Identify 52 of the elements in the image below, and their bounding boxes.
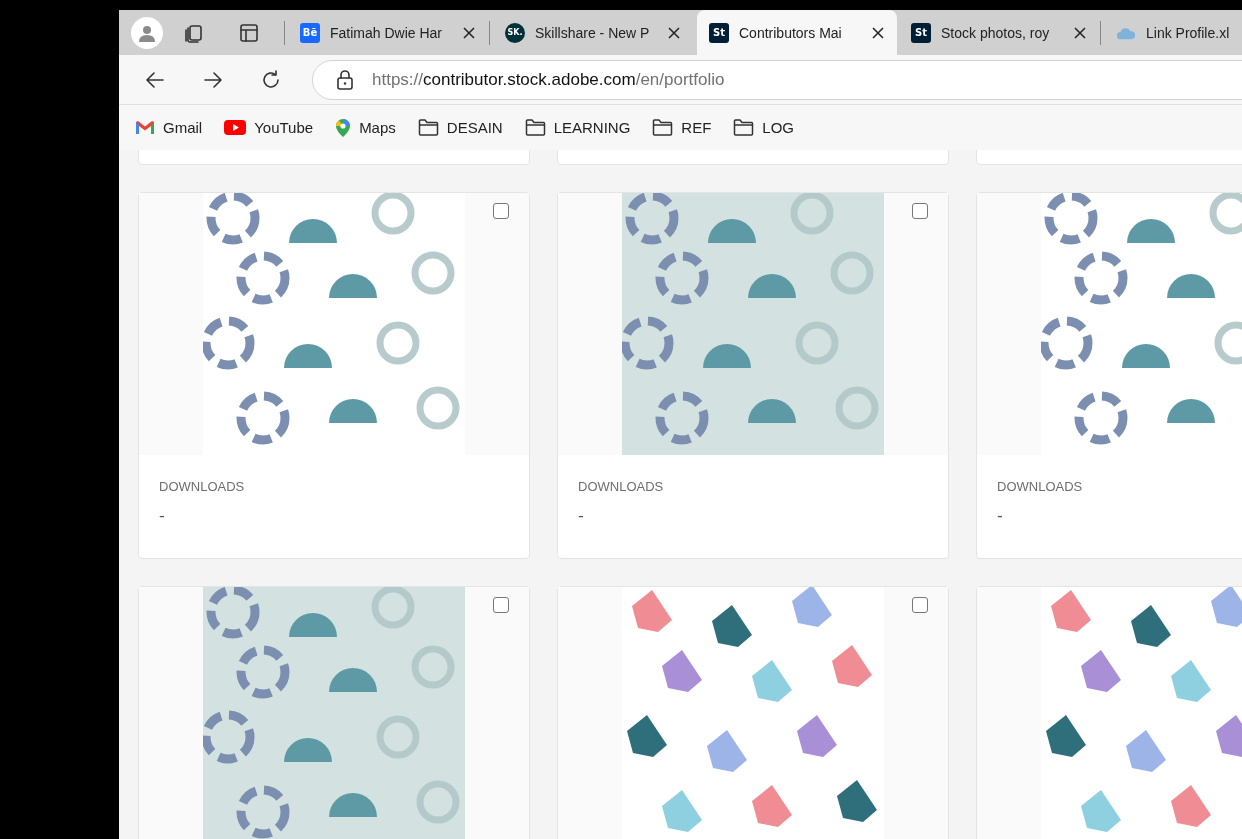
- profile-button[interactable]: [131, 16, 163, 49]
- folder-icon: [417, 118, 439, 137]
- bookmark-label: Maps: [359, 119, 396, 136]
- checkbox[interactable]: [493, 597, 509, 613]
- browser-tab[interactable]: SK. Skillshare - New P: [493, 10, 693, 55]
- address-field[interactable]: https://contributor.stock.adobe.com/en/portfolio: [312, 59, 1242, 100]
- map-pin-icon: [335, 117, 352, 138]
- bookmark-label: LOG: [762, 119, 795, 136]
- downloads-label: DOWNLOADS: [997, 479, 1084, 494]
- url-text: https://contributor.stock.adobe.com/en/portfolio: [372, 69, 725, 90]
- bookmark-label: Gmail: [163, 119, 203, 136]
- bookmark[interactable]: REF: [652, 118, 712, 137]
- sidebar-icon[interactable]: [238, 21, 260, 44]
- person-icon: [138, 23, 156, 42]
- tab-title: Skillshare - New P: [535, 24, 651, 41]
- favicon: St: [709, 22, 729, 43]
- folder-icon: [733, 118, 755, 137]
- downloads-value: -: [578, 506, 585, 525]
- bookmark[interactable]: LEARNING: [524, 118, 631, 137]
- bookmark[interactable]: YouTube: [224, 119, 314, 136]
- browser-tab[interactable]: St Contributors Mai: [697, 10, 897, 55]
- tab-title: Contributors Mai: [739, 24, 843, 41]
- tab-title: Link Profile.xl: [1146, 24, 1231, 41]
- checkbox[interactable]: [912, 597, 928, 613]
- bookmark[interactable]: DESAIN: [417, 118, 503, 137]
- bookmark[interactable]: LOG: [733, 118, 795, 137]
- downloads-label: DOWNLOADS: [578, 479, 665, 494]
- bookmark[interactable]: Gmail: [135, 119, 203, 136]
- browser-tab[interactable]: Link Profile.xl: [1104, 10, 1242, 55]
- tab-title: Fatimah Dwie Har: [330, 24, 444, 41]
- folder-icon: [524, 118, 546, 137]
- play-icon: [224, 119, 247, 136]
- bookmark-label: YouTube: [254, 119, 314, 136]
- browser-tab[interactable]: St Stock photos, roy: [899, 10, 1099, 55]
- favicon: St: [911, 22, 931, 43]
- checkbox[interactable]: [912, 203, 928, 219]
- bookmark-label: LEARNING: [553, 119, 631, 136]
- favicon: Bē: [300, 22, 320, 43]
- browser-tab[interactable]: Bē Fatimah Dwie Har: [288, 10, 488, 55]
- reload-icon[interactable]: [260, 68, 282, 91]
- downloads-label: DOWNLOADS: [159, 479, 246, 494]
- favicon: SK.: [505, 22, 525, 43]
- checkbox[interactable]: [493, 203, 509, 219]
- downloads-value: -: [159, 506, 166, 525]
- bookmark-label: DESAIN: [446, 119, 503, 136]
- bookmark[interactable]: Maps: [335, 117, 396, 138]
- gmail-icon: [135, 119, 155, 136]
- folder-icon: [652, 118, 674, 137]
- bookmark-label: REF: [681, 119, 712, 136]
- downloads-value: -: [997, 506, 1004, 525]
- tab-title: Stock photos, roy: [941, 24, 1051, 41]
- lock-icon: [336, 69, 354, 90]
